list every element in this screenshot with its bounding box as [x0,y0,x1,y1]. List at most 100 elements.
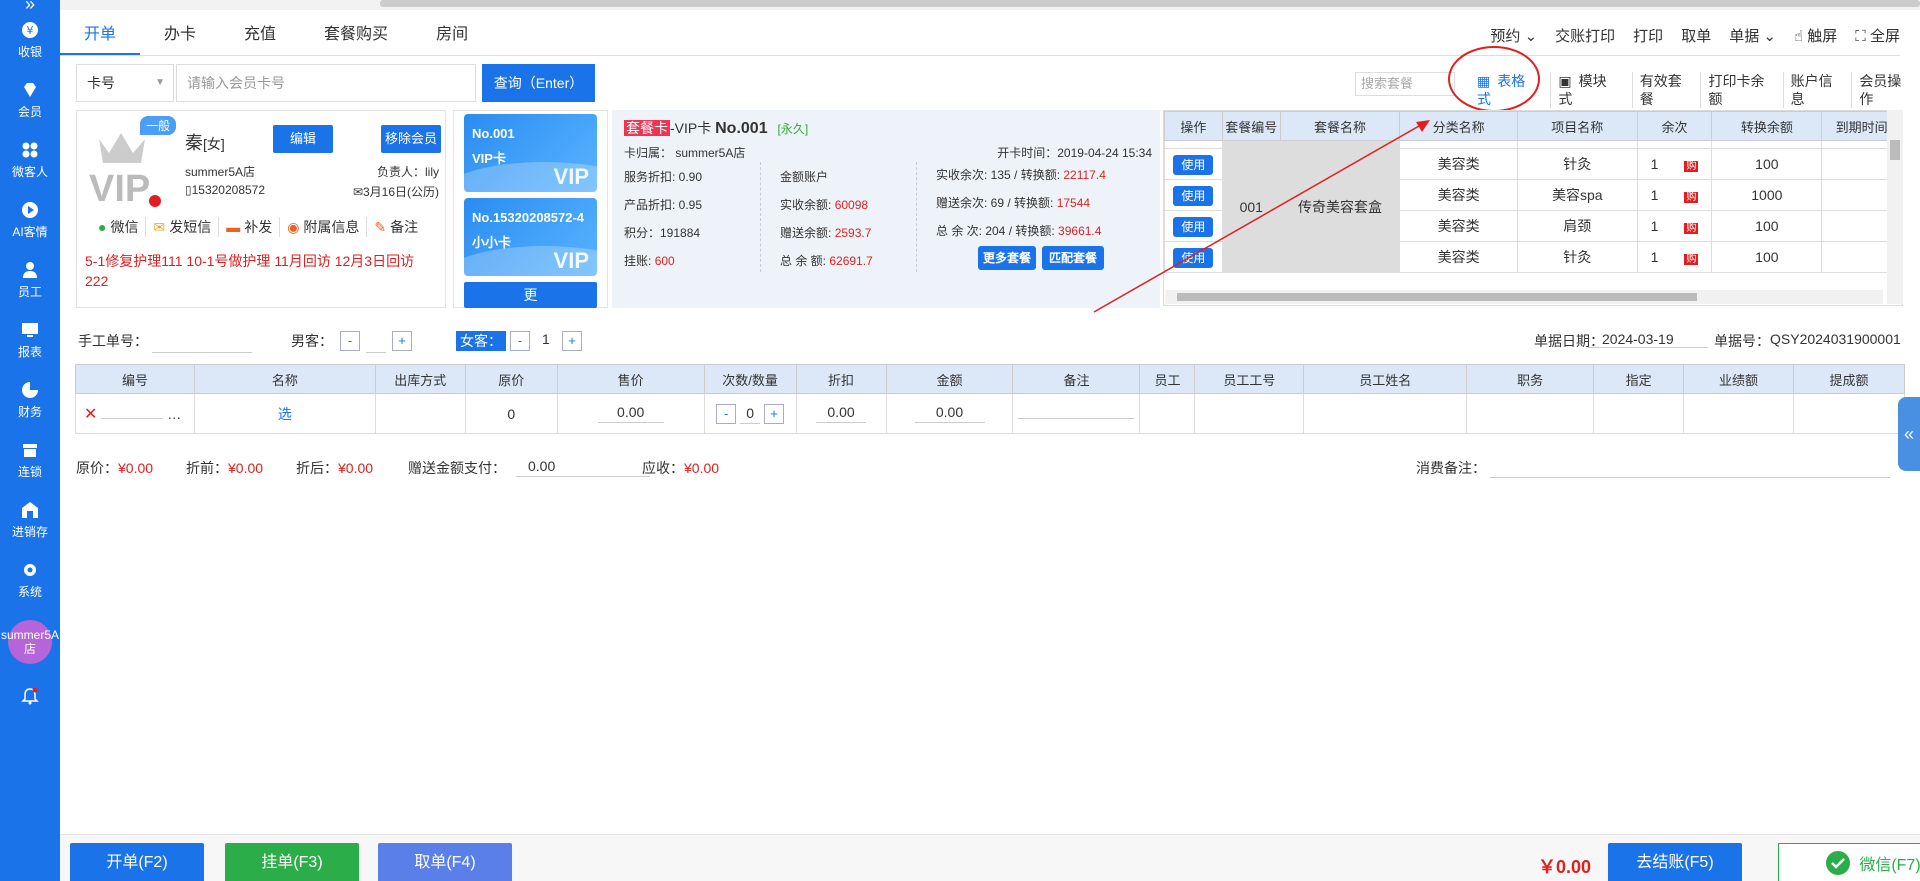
more-cards-button[interactable]: 更 [464,282,597,308]
reserve-menu[interactable]: 预约 ⌄ [1490,25,1537,46]
discount-input[interactable]: 0.00 [816,404,867,423]
diamond-icon [21,81,39,99]
edit-member-button[interactable]: 编辑 [273,125,333,153]
documents-menu[interactable]: 单据 ⌄ [1729,25,1776,46]
grid-icon [21,141,39,159]
collapse-panel-icon[interactable]: « [1898,397,1920,471]
package-search-input[interactable]: 搜索套餐 [1355,72,1455,96]
play-icon [21,201,39,219]
valid-package-option[interactable]: 有效套餐 [1633,72,1702,108]
expand-icon[interactable]: » [0,0,60,10]
tab-open-order[interactable]: 开单 [60,14,141,55]
print-balance-option[interactable]: 打印卡余额 [1701,72,1784,108]
use-button[interactable]: 使用 [1173,247,1214,268]
sidebar-item-8[interactable]: 进销存 [0,490,60,550]
warehouse-icon [21,501,39,519]
tab-room[interactable]: 房间 [412,14,492,55]
hang-order-button[interactable]: 挂单(F3) [225,843,359,881]
more-icon[interactable]: … [167,406,181,422]
take-order-bottom-button[interactable]: 取单(F4) [378,843,512,881]
store-avatar[interactable]: summer5A店 [1,620,59,664]
buy-badge[interactable]: 购 [1684,254,1699,265]
account-info-option[interactable]: 账户信息 [1784,72,1853,108]
items-col-7: 金额 [885,364,1014,394]
touch-icon: ☝ [1793,27,1804,45]
remark-input[interactable] [1490,458,1890,478]
sidebar-item-9[interactable]: 系统 [0,550,60,610]
vip-card-001[interactable]: No.001 VIP卡 VIP [464,114,597,192]
level-badge: 一般 [140,116,177,135]
sidebar-item-2[interactable]: 微客人 [0,130,60,190]
sidebar-item-0[interactable]: ¥ 收银 [0,10,60,70]
pkg-col-name: 套餐名称 [1279,111,1401,141]
sidebar-item-label: 连锁 [17,464,42,479]
female-plus-button[interactable]: + [562,331,582,351]
male-plus-button[interactable]: + [392,331,412,351]
member-card-input[interactable]: 请输入会员卡号 [176,64,476,102]
tab-package[interactable]: 套餐购买 [300,14,412,55]
extra-info-link[interactable]: ◉ 附属信息 [280,217,368,237]
qty-minus-button[interactable]: - [716,403,737,424]
module-view-option[interactable]: ▣ 模块式 [1551,72,1633,108]
top-scrollbar[interactable] [60,0,1920,10]
print-button[interactable]: 打印 [1633,25,1663,46]
more-packages-button[interactable]: 更多套餐 [978,246,1036,270]
yen-icon: ¥ [21,21,39,39]
sidebar-item-3[interactable]: AI客情 [0,190,60,250]
bell-icon[interactable] [20,686,40,706]
male-minus-button[interactable]: - [340,331,360,351]
sidebar-item-4[interactable]: 员工 [0,250,60,310]
qty-input[interactable]: 0 [740,405,761,424]
member-phone: ▯15320208572 [185,183,266,197]
query-button[interactable]: 查询（Enter） [482,64,595,102]
buy-badge[interactable]: 购 [1684,192,1699,203]
female-count[interactable]: 1 [542,331,550,347]
use-button[interactable]: 使用 [1173,216,1214,237]
touch-button[interactable]: ☝ 触屏 [1794,25,1837,46]
items-col-0: 编号 [75,364,195,394]
member-operation-option[interactable]: 会员操作 [1852,72,1920,108]
note-link[interactable]: ✎ 备注 [367,217,425,237]
reissue-link[interactable]: ▬ 补发 [219,217,281,237]
open-order-button[interactable]: 开单(F2) [70,843,204,881]
match-packages-button[interactable]: 匹配套餐 [1042,246,1104,270]
shift-print-button[interactable]: 交账打印 [1555,25,1615,46]
remove-member-button[interactable]: 移除会员 [381,125,441,153]
wechat-link[interactable]: ● 微信 [91,217,147,237]
fullscreen-button[interactable]: ⛶ 全屏 [1855,25,1900,46]
date-input[interactable]: 2024-03-19 [1588,331,1708,348]
sidebar-item-7[interactable]: 连锁 [0,430,60,490]
use-button[interactable]: 使用 [1173,185,1214,206]
sidebar-item-6[interactable]: 财务 [0,370,60,430]
checkout-button[interactable]: 去结账(F5) [1608,843,1742,881]
sms-link[interactable]: ✉ 发短信 [146,217,220,237]
item-no-input[interactable] [101,416,164,419]
items-col-3: 原价 [464,364,558,394]
gift-pay-input[interactable]: 0.00 [516,458,650,477]
buy-badge[interactable]: 购 [1684,161,1699,172]
qty-plus-button[interactable]: + [763,403,784,424]
sidebar-item-label: 财务 [17,404,42,419]
sidebar-item-1[interactable]: 会员 [0,70,60,130]
card-type-select[interactable]: 卡号 ▼ [76,64,174,102]
use-button[interactable]: 使用 [1173,154,1214,175]
amount-input[interactable]: 0.00 [914,404,985,423]
price-input[interactable]: 0.00 [597,404,664,423]
package-hscroll[interactable] [1165,290,1883,304]
wechat-pay-button[interactable]: 微信(F7) [1778,843,1920,881]
female-minus-button[interactable]: - [510,331,530,351]
tab-card[interactable]: 办卡 [140,14,220,55]
package-vscroll[interactable] [1887,110,1903,304]
remark-input[interactable] [1018,416,1135,419]
manual-no-input[interactable] [152,331,252,353]
vip-card-small[interactable]: No.15320208572-4 小小卡 VIP [464,198,597,276]
sidebar-item-5[interactable]: 报表 [0,310,60,370]
male-count-input[interactable] [366,331,386,353]
take-order-button[interactable]: 取单 [1681,25,1711,46]
tab-recharge[interactable]: 充值 [220,14,300,55]
buy-badge[interactable]: 购 [1684,223,1699,234]
sidebar: » ¥ 收银 会员 微客人 AI客情 员工 报表财务连锁进销存 系统 summer5A店 [0,0,60,881]
delete-row-icon[interactable]: ✕ [84,406,97,423]
select-item-link[interactable]: 选 [278,406,292,422]
member-panel: VIP 一般 秦[女] 编辑 移除会员 summer5A店 负责人：lily ▯… [76,110,446,308]
